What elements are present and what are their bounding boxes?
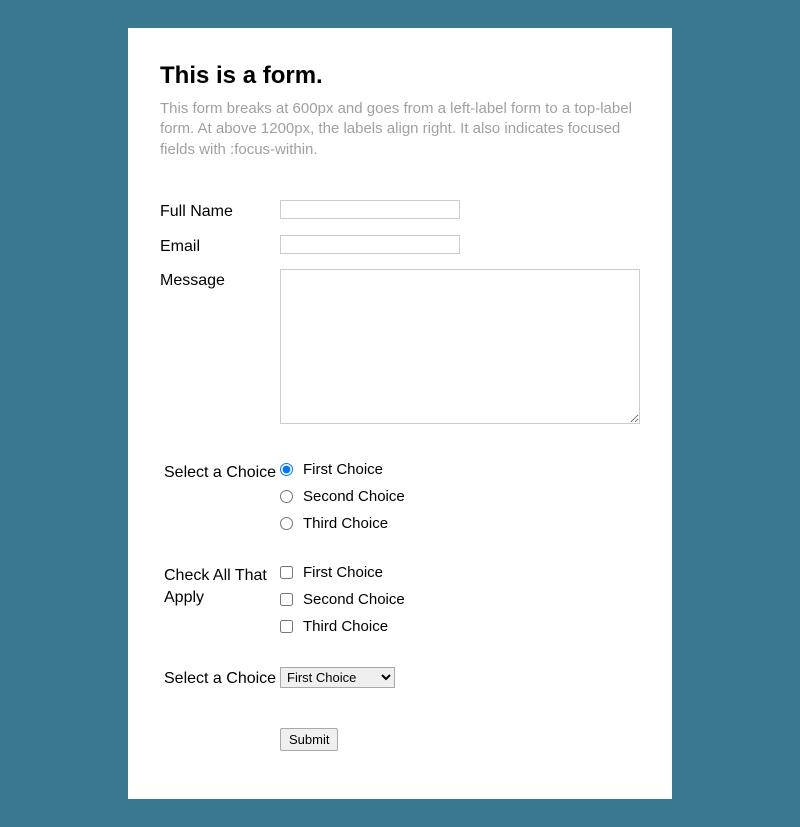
select-input[interactable]: First Choice Second Choice Third Choice xyxy=(280,667,395,688)
radio-option[interactable]: Third Choice xyxy=(280,515,640,532)
radio-label: Second Choice xyxy=(303,488,405,505)
radio-input-second[interactable] xyxy=(280,490,293,503)
checkbox-input-first[interactable] xyxy=(280,566,293,579)
checkbox-option[interactable]: First Choice xyxy=(280,564,640,581)
field-checkbox: Check All That Apply First Choice Second… xyxy=(160,564,640,635)
field-message: Message xyxy=(160,269,640,429)
radio-label: Third Choice xyxy=(303,515,388,532)
radio-option[interactable]: Second Choice xyxy=(280,488,640,505)
submit-button[interactable]: Submit xyxy=(280,728,338,751)
field-select: Select a Choice First Choice Second Choi… xyxy=(160,667,640,690)
input-email[interactable] xyxy=(280,235,460,254)
field-email: Email xyxy=(160,235,640,258)
checkbox-option[interactable]: Third Choice xyxy=(280,618,640,635)
checkbox-label: First Choice xyxy=(303,564,383,581)
input-message[interactable] xyxy=(280,269,640,424)
label-message: Message xyxy=(160,269,280,292)
checkbox-option[interactable]: Second Choice xyxy=(280,591,640,608)
radio-option[interactable]: First Choice xyxy=(280,461,640,478)
radio-input-third[interactable] xyxy=(280,517,293,530)
radio-label: First Choice xyxy=(303,461,383,478)
checkbox-label: Second Choice xyxy=(303,591,405,608)
field-submit: Submit xyxy=(160,728,640,751)
checkbox-input-third[interactable] xyxy=(280,620,293,633)
form-title: This is a form. xyxy=(160,60,640,91)
label-select: Select a Choice xyxy=(160,667,280,690)
form-description: This form breaks at 600px and goes from … xyxy=(160,99,640,160)
checkbox-label: Third Choice xyxy=(303,618,388,635)
field-radio: Select a Choice First Choice Second Choi… xyxy=(160,461,640,532)
label-full-name: Full Name xyxy=(160,200,280,223)
form-card: This is a form. This form breaks at 600p… xyxy=(128,28,672,799)
form: Full Name Email Message Select a Choice xyxy=(160,200,640,751)
label-checkbox: Check All That Apply xyxy=(160,564,280,608)
input-full-name[interactable] xyxy=(280,200,460,219)
checkbox-input-second[interactable] xyxy=(280,593,293,606)
field-full-name: Full Name xyxy=(160,200,640,223)
label-email: Email xyxy=(160,235,280,258)
label-radio: Select a Choice xyxy=(160,461,280,484)
radio-input-first[interactable] xyxy=(280,463,293,476)
